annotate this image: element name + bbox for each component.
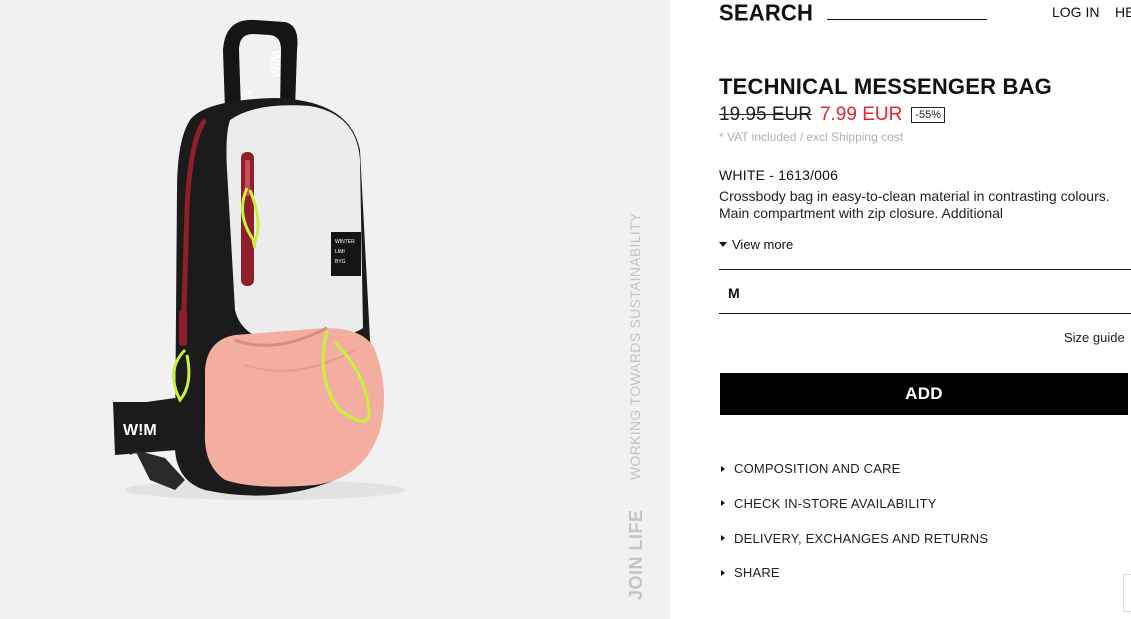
product-description: Crossbody bag in easy-to-clean material … <box>719 188 1110 221</box>
help-link[interactable]: HE <box>1115 4 1131 20</box>
chat-widget-tab[interactable] <box>1123 574 1131 612</box>
svg-text:LIMI: LIMI <box>335 249 345 255</box>
svg-text:BYG: BYG <box>335 259 346 265</box>
original-price: 19.95 EUR <box>719 104 812 125</box>
info-link-delivery[interactable]: DELIVERY, EXCHANGES AND RETURNS <box>719 531 988 546</box>
info-link-label: COMPOSITION AND CARE <box>734 461 901 476</box>
info-link-share[interactable]: SHARE <box>719 565 988 580</box>
product-photo[interactable]: W!M W!M M WINTER LIMI BYG <box>95 10 405 510</box>
caret-right-icon <box>721 465 725 472</box>
info-link-composition[interactable]: COMPOSITION AND CARE <box>719 461 988 476</box>
caret-right-icon <box>721 500 725 507</box>
discount-badge: -55% <box>911 107 946 123</box>
info-link-label: SHARE <box>734 565 780 581</box>
caret-down-icon <box>719 242 727 247</box>
login-link[interactable]: LOG IN <box>1052 4 1099 20</box>
svg-text:W!M: W!M <box>123 422 157 439</box>
info-link-label: CHECK IN-STORE AVAILABILITY <box>734 495 937 511</box>
size-guide-link[interactable]: Size guide <box>1064 330 1125 345</box>
color-reference: WHITE - 1613/006 <box>719 167 839 183</box>
selected-size: M <box>728 285 740 301</box>
svg-text:W!M: W!M <box>268 50 283 77</box>
caret-right-icon <box>721 569 725 576</box>
product-title: TECHNICAL MESSENGER BAG <box>719 74 1052 99</box>
info-link-label: DELIVERY, EXCHANGES AND RETURNS <box>734 530 989 546</box>
svg-text:WINTER: WINTER <box>335 239 355 245</box>
product-image-gallery[interactable]: W!M W!M M WINTER LIMI BYG WORKING TOWARD… <box>0 0 670 619</box>
add-to-cart-button[interactable]: ADD <box>720 373 1128 415</box>
view-more-label: View more <box>732 237 794 252</box>
sustainability-tagline: WORKING TOWARDS SUSTAINABILITY <box>627 212 643 480</box>
view-more-toggle[interactable]: View more <box>719 237 793 252</box>
search-label[interactable]: SEARCH <box>719 0 813 27</box>
size-selector[interactable]: M <box>719 269 1131 314</box>
sale-price: 7.99 EUR <box>819 104 903 125</box>
join-life-logo: JOIN LIFE <box>626 509 646 600</box>
search-bar[interactable]: SEARCH <box>719 0 988 27</box>
caret-right-icon <box>721 535 725 542</box>
info-links-list: COMPOSITION AND CARE CHECK IN-STORE AVAI… <box>719 461 988 600</box>
info-link-store-availability[interactable]: CHECK IN-STORE AVAILABILITY <box>719 496 988 511</box>
search-input-underline[interactable] <box>827 19 988 20</box>
price-row: 19.95 EUR 7.99 EUR -55% <box>719 104 946 126</box>
svg-text:M: M <box>242 90 254 99</box>
vat-note: * VAT included / excl Shipping cost <box>719 130 904 144</box>
